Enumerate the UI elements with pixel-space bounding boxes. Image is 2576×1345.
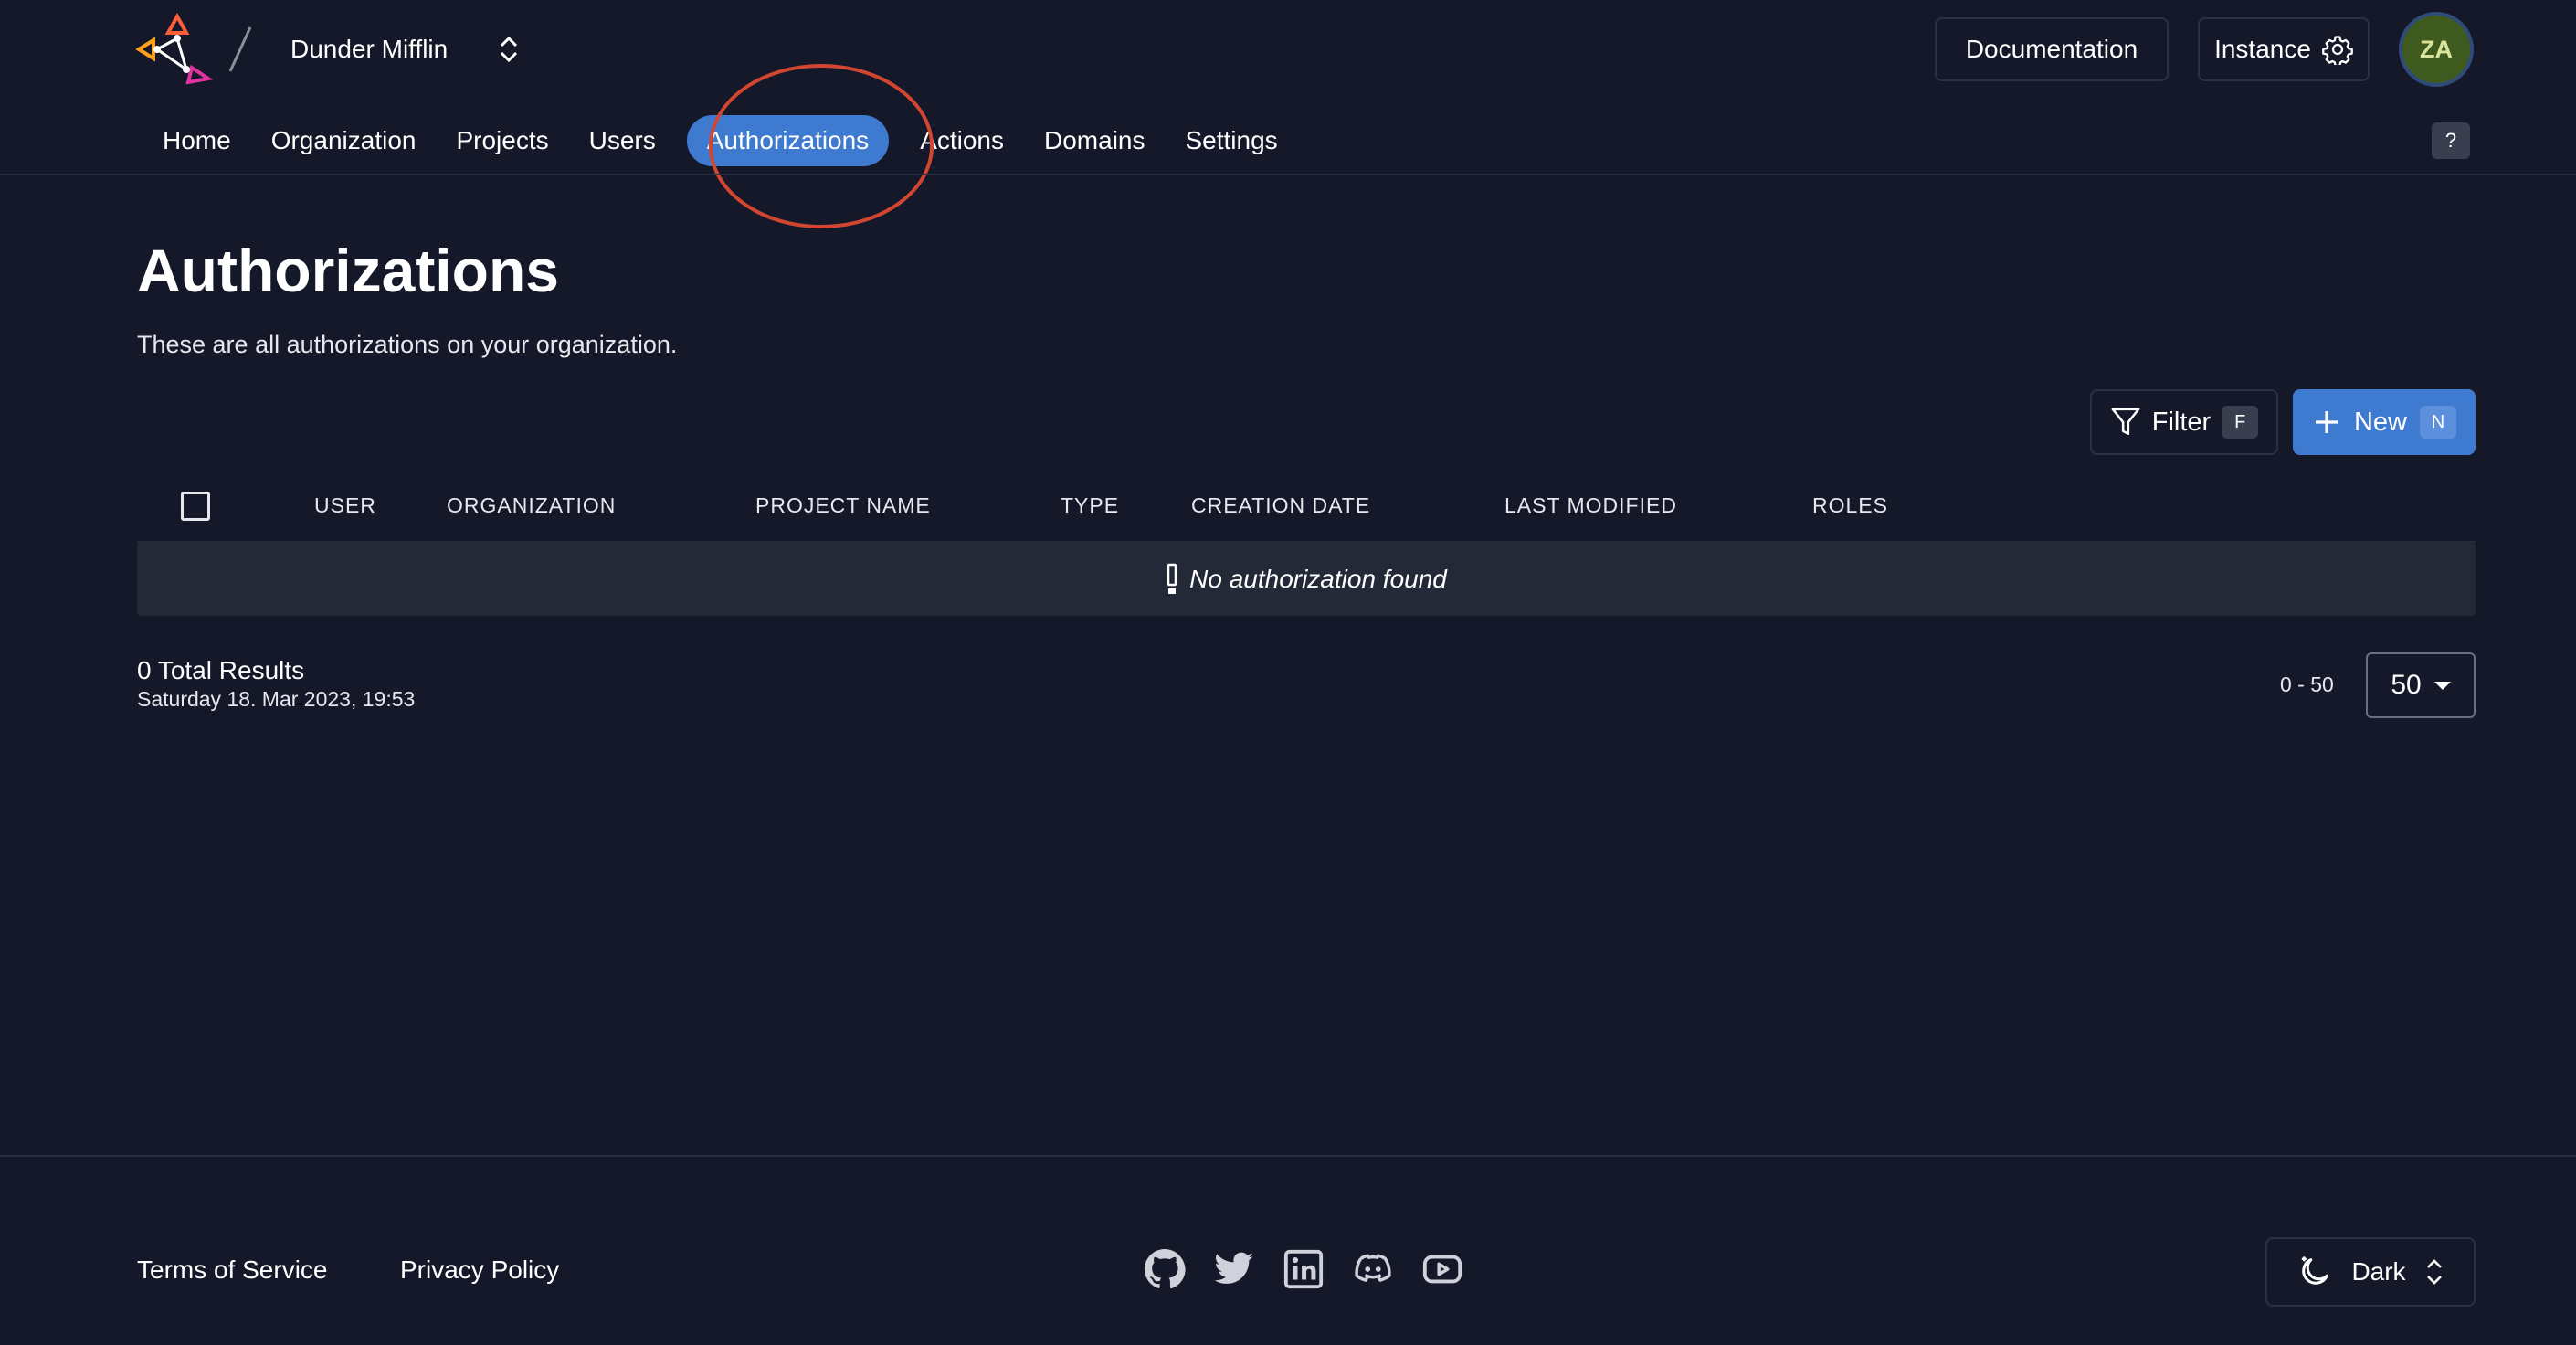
linkedin-icon[interactable] [1283,1248,1325,1290]
github-icon[interactable] [1144,1248,1186,1290]
documentation-button[interactable]: Documentation [1935,17,2169,81]
pagination-range: 0 - 50 [2280,672,2334,696]
empty-state-message: No authorization found [1189,565,1447,593]
moon-icon [2302,1256,2329,1285]
caret-down-icon [2433,681,2451,690]
chevron-up-down-icon [2426,1259,2442,1285]
documentation-label: Documentation [1965,35,2138,63]
org-name[interactable]: Dunder Mifflin [290,35,448,64]
page-title: Authorizations [137,237,559,304]
column-organization[interactable]: ORGANIZATION [447,493,616,518]
nav-home[interactable]: Home [143,115,251,166]
filter-label: Filter [2151,407,2212,437]
empty-state-row: No authorization found [137,543,2476,616]
nav-users[interactable]: Users [569,115,676,166]
social-links [1144,1248,1463,1290]
instance-label: Instance [2214,35,2311,63]
terms-of-service-link[interactable]: Terms of Service [137,1255,328,1285]
theme-switch[interactable]: Dark [2265,1237,2476,1307]
new-label: New [2353,407,2407,437]
new-button[interactable]: New N [2293,389,2476,455]
gear-icon [2322,36,2353,65]
table-header: USER ORGANIZATION PROJECT NAME TYPE CREA… [137,475,2476,539]
column-creation-date[interactable]: CREATION DATE [1191,493,1370,518]
new-shortcut: N [2420,406,2456,439]
user-avatar[interactable]: ZA [2399,12,2474,87]
nav-domains[interactable]: Domains [1024,115,1165,166]
nav-projects[interactable]: Projects [436,115,568,166]
column-roles[interactable]: ROLES [1812,493,1888,518]
column-user[interactable]: USER [314,493,376,518]
page-size-value: 50 [2391,670,2422,700]
column-last-modified[interactable]: LAST MODIFIED [1504,493,1677,518]
nav-settings[interactable]: Settings [1166,115,1298,166]
instance-button[interactable]: Instance [2198,17,2370,81]
page-size-select[interactable]: 50 [2366,652,2476,718]
filter-icon [2111,408,2140,436]
exclamation-icon [1167,563,1177,594]
youtube-icon[interactable] [1421,1248,1463,1290]
column-project-name[interactable]: PROJECT NAME [755,493,931,518]
breadcrumb-separator [228,26,252,72]
twitter-icon[interactable] [1213,1248,1255,1290]
plus-icon [2315,411,2338,433]
help-button[interactable]: ? [2432,122,2470,159]
page: Dunder Mifflin Documentation Instance ZA… [0,0,2576,1345]
nav-organization[interactable]: Organization [251,115,437,166]
theme-label: Dark [2351,1257,2406,1286]
total-results: 0 Total Results [137,656,305,684]
column-type[interactable]: TYPE [1061,493,1119,518]
privacy-policy-link[interactable]: Privacy Policy [400,1255,559,1285]
select-all-checkbox[interactable] [181,492,210,521]
filter-button[interactable]: Filter F [2090,389,2278,455]
header-divider [0,174,2576,175]
footer-divider [0,1155,2576,1157]
filter-shortcut: F [2222,406,2259,439]
zitadel-logo[interactable] [135,13,214,86]
results-timestamp: Saturday 18. Mar 2023, 19:53 [137,687,416,711]
discord-icon[interactable] [1352,1248,1394,1290]
page-description: These are all authorizations on your org… [137,331,678,358]
org-switch-icon[interactable] [497,33,521,66]
annotation-circle [709,64,934,228]
